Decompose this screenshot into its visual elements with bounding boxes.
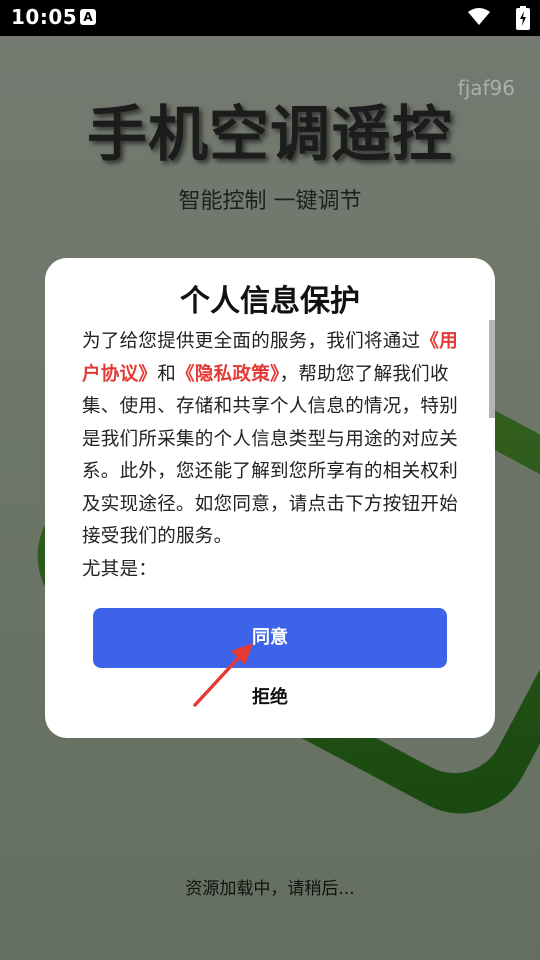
dialog-scrollbar[interactable]: [489, 320, 495, 418]
battery-charging-icon: [516, 6, 530, 30]
privacy-dialog: 个人信息保护 为了给您提供更全面的服务，我们将通过《用户协议》和《隐私政策》，帮…: [45, 258, 495, 738]
annotation-arrow-icon: [193, 643, 253, 707]
agree-button[interactable]: 同意: [93, 608, 447, 668]
dialog-scroll-area[interactable]: 为了给您提供更全面的服务，我们将通过《用户协议》和《隐私政策》，帮助您了解我们收…: [82, 326, 464, 598]
app-title: 手机空调遥控: [87, 100, 453, 170]
a-notification-icon: A: [80, 9, 96, 25]
body-conjunction: 和: [157, 363, 177, 385]
privacy-policy-link[interactable]: 《隐私政策》: [176, 364, 280, 385]
dialog-title: 个人信息保护: [180, 284, 360, 319]
wifi-icon: [468, 8, 490, 25]
body-rest: ，帮助您了解我们收集、使用、存储和共享个人信息的情况，特别是我们所采集的个人信息…: [82, 363, 459, 548]
body-intro: 为了给您提供更全面的服务，我们将通过: [82, 331, 421, 352]
status-time: 10:05: [11, 5, 78, 29]
body-cut-line: 尤其是：: [82, 558, 158, 580]
status-bar: 10:05 A: [0, 0, 540, 36]
loading-text: 资源加载中，请稍后...: [185, 879, 355, 899]
dialog-body-text: 为了给您提供更全面的服务，我们将通过《用户协议》和《隐私政策》，帮助您了解我们收…: [82, 326, 464, 586]
app-subtitle: 智能控制 一键调节: [178, 189, 362, 214]
